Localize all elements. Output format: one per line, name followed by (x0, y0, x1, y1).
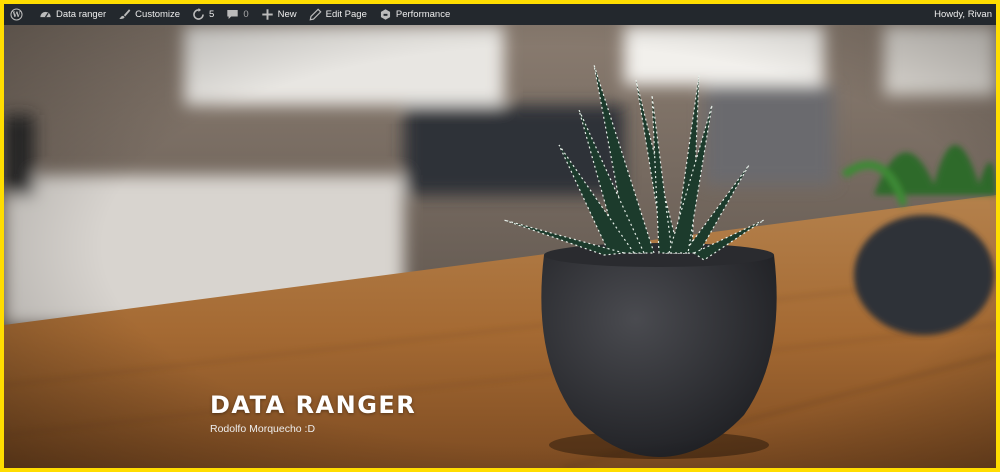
edit-page-label: Edit Page (325, 9, 367, 20)
site-title[interactable]: DATA RANGER (210, 391, 416, 419)
my-account-menu[interactable]: Howdy, Rivan (928, 4, 996, 25)
new-label: New (277, 9, 297, 20)
pencil-icon (309, 8, 322, 21)
performance-menu[interactable]: Performance (373, 4, 456, 25)
customize-link[interactable]: Customize (112, 4, 186, 25)
updates-link[interactable]: 5 (186, 4, 220, 25)
account-greeting: Howdy, Rivan (934, 9, 992, 20)
wordpress-logo-icon: W (10, 8, 23, 21)
performance-icon (379, 8, 392, 21)
header-hero: DATA RANGER Rodolfo Morquecho :D (4, 25, 996, 468)
comments-link[interactable]: 0 (220, 4, 254, 25)
browser-frame: W Data ranger Customize 5 0 New Edit Pag… (0, 0, 1000, 472)
svg-text:W: W (11, 10, 21, 19)
hero-background-image (4, 25, 996, 468)
dashboard-icon (39, 8, 52, 21)
site-name-menu[interactable]: Data ranger (33, 4, 112, 25)
wordpress-menu[interactable]: W (4, 4, 33, 25)
performance-label: Performance (395, 9, 451, 20)
comments-count: 0 (243, 9, 249, 20)
new-content-menu[interactable]: New (255, 4, 303, 25)
edit-page-link[interactable]: Edit Page (303, 4, 373, 25)
paintbrush-icon (118, 8, 131, 21)
customize-label: Customize (135, 9, 181, 20)
comments-icon (226, 8, 239, 21)
site-branding: DATA RANGER Rodolfo Morquecho :D (210, 391, 416, 435)
admin-bar: W Data ranger Customize 5 0 New Edit Pag… (4, 4, 996, 25)
updates-icon (192, 8, 205, 21)
site-description: Rodolfo Morquecho :D (210, 423, 316, 435)
updates-count: 5 (209, 9, 215, 20)
plus-icon (261, 8, 274, 21)
site-name-label: Data ranger (56, 9, 107, 20)
